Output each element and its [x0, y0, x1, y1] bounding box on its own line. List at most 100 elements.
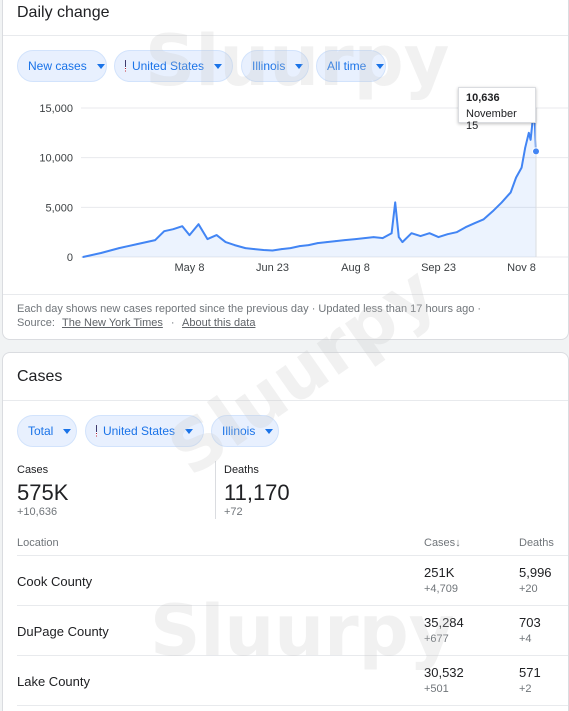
data-point	[181, 225, 184, 228]
us-flag-icon	[96, 425, 97, 437]
footer-separator: ·	[170, 317, 175, 329]
data-point	[316, 242, 319, 244]
data-point	[280, 248, 283, 250]
divider	[17, 555, 568, 556]
row-deaths-delta: +20	[519, 583, 538, 595]
data-point	[343, 239, 346, 241]
data-point	[363, 237, 366, 239]
deaths-column-header[interactable]: Deaths	[519, 537, 554, 549]
x-tick-label: Jun 23	[256, 262, 289, 274]
daily-change-title: Daily change	[17, 4, 110, 21]
data-point	[307, 244, 310, 246]
data-point	[354, 238, 357, 240]
data-point	[529, 138, 532, 141]
data-point	[244, 247, 247, 249]
divider	[3, 400, 568, 401]
row-cases: 30,532	[424, 665, 464, 680]
arrow-down-icon: ↓	[455, 537, 461, 549]
row-deaths: 703	[519, 615, 541, 630]
data-point	[464, 226, 467, 228]
data-point	[289, 247, 292, 249]
divider	[3, 35, 568, 36]
x-tick-label: Sep 23	[421, 262, 456, 274]
data-point	[325, 241, 328, 243]
caret-down-icon	[63, 428, 72, 434]
source-link[interactable]: The New York Times	[62, 317, 163, 329]
data-point	[419, 235, 422, 237]
data-point	[509, 191, 512, 194]
cases-stat-delta: +10,636	[17, 506, 58, 518]
y-tick-label: 5,000	[45, 202, 73, 214]
row-deaths-delta: +4	[519, 633, 532, 645]
deaths-stat-value: 11,170	[224, 480, 290, 505]
data-point	[215, 234, 218, 236]
country-filter-label: United States	[131, 59, 204, 73]
data-point	[224, 241, 227, 243]
row-cases-delta: +677	[424, 633, 449, 645]
cases-column-label: Cases	[424, 537, 456, 549]
metric-filter-chip[interactable]: New cases	[17, 50, 107, 82]
divider	[17, 655, 568, 656]
region-filter-chip[interactable]: Illinois	[241, 50, 309, 82]
hover-point	[532, 147, 540, 156]
region-filter-label: Illinois	[252, 59, 286, 73]
tooltip-date: November 15	[466, 108, 517, 132]
data-point	[154, 239, 156, 241]
total-filter-chip[interactable]: Total	[17, 415, 77, 447]
data-point	[455, 231, 458, 233]
region-filter-chip[interactable]: Illinois	[211, 415, 279, 447]
row-cases: 251K	[424, 565, 455, 580]
country-filter-chip[interactable]: United States	[85, 415, 204, 447]
data-point	[410, 232, 413, 234]
y-tick-label: 0	[67, 252, 73, 264]
data-point	[520, 166, 523, 169]
data-point	[401, 241, 404, 243]
metric-filter-label: New cases	[28, 59, 87, 73]
cases-title: Cases	[17, 368, 63, 385]
data-point	[473, 222, 476, 225]
data-point	[136, 243, 138, 245]
location-column-header: Location	[17, 537, 59, 549]
region-filter-label: Illinois	[222, 424, 256, 438]
stat-divider	[215, 461, 216, 519]
data-point	[82, 256, 84, 258]
y-tick-label: 15,000	[39, 103, 73, 115]
data-point	[197, 223, 200, 226]
row-location: Cook County	[17, 574, 93, 589]
chart-tooltip: 10,636 November 15	[458, 87, 536, 132]
tooltip-value: 10,636	[466, 92, 500, 104]
divider	[3, 294, 568, 295]
row-cases-delta: +4,709	[424, 583, 458, 595]
x-tick-label: Nov 8	[507, 262, 536, 274]
row-cases: 35,284	[424, 615, 464, 630]
data-point	[491, 210, 494, 213]
us-flag-icon	[125, 60, 126, 72]
data-point	[172, 228, 175, 230]
country-filter-chip[interactable]: United States	[114, 50, 233, 82]
data-point	[253, 248, 256, 250]
data-point	[398, 236, 400, 238]
source-label: Source:	[17, 317, 55, 329]
divider	[17, 605, 568, 606]
caret-down-icon	[214, 63, 222, 69]
data-point	[372, 236, 375, 238]
total-filter-label: Total	[28, 424, 54, 438]
source-line: Source: The New York Times · About this …	[17, 317, 255, 329]
data-point	[394, 201, 397, 204]
data-point	[446, 233, 449, 235]
row-cases-delta: +501	[424, 683, 449, 695]
cases-stat-label: Cases	[17, 464, 49, 476]
data-point	[271, 249, 274, 252]
divider	[17, 705, 568, 706]
data-point	[206, 238, 209, 240]
data-point	[437, 236, 440, 238]
range-filter-chip[interactable]: All time	[316, 50, 386, 82]
cases-card: Cases Total United States Illinois Cases…	[2, 352, 569, 711]
data-point	[428, 232, 431, 234]
deaths-stat-label: Deaths	[224, 464, 259, 476]
range-filter-label: All time	[327, 59, 367, 73]
cases-column-header[interactable]: Cases↓	[424, 537, 461, 549]
row-deaths-delta: +2	[519, 683, 532, 695]
data-point	[381, 237, 384, 239]
about-data-link[interactable]: About this data	[182, 317, 255, 329]
